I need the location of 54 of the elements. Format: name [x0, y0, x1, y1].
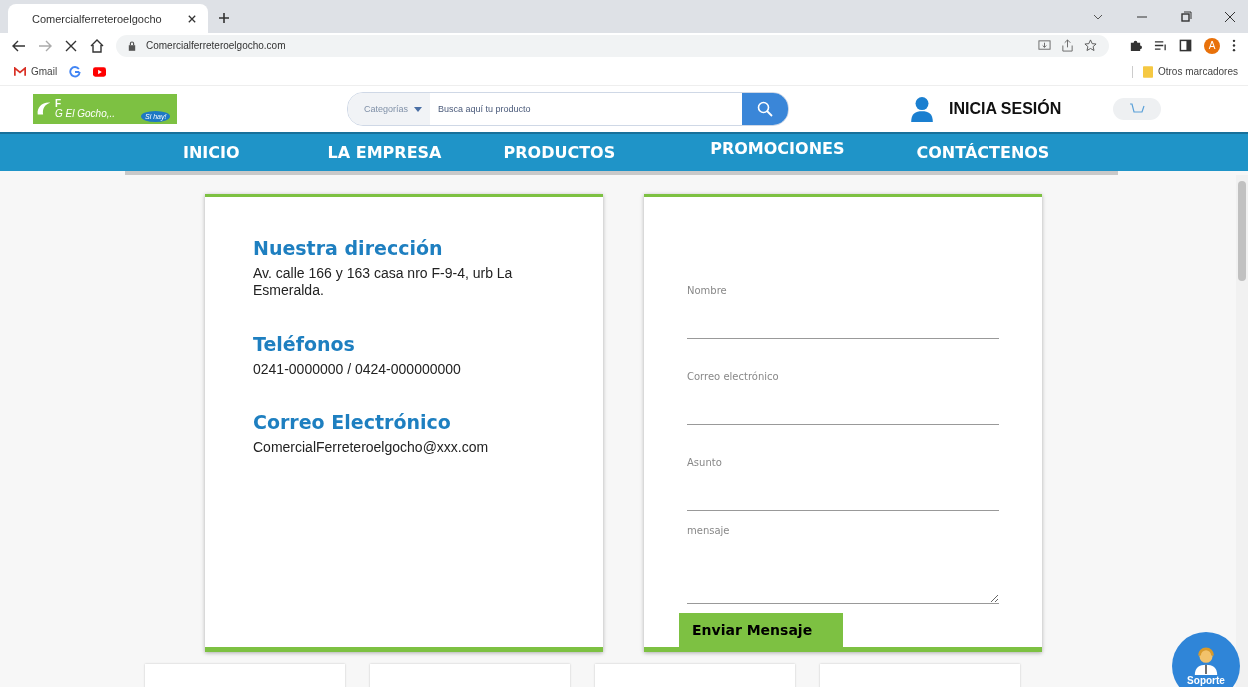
more-icon[interactable]: [1232, 39, 1236, 52]
input-field[interactable]: Asunto: [687, 438, 999, 511]
message-field[interactable]: mensaje: [687, 524, 999, 604]
section-text: Av. calle 166 y 163 casa nro F-9-4, urb La Esmeralda.: [253, 265, 514, 299]
play-icon: [93, 66, 107, 77]
section-title: Teléfonos: [253, 332, 356, 355]
lock-icon: [128, 40, 136, 51]
playlist-icon[interactable]: [1154, 39, 1167, 52]
section-title: Correo Electrónico: [253, 411, 452, 434]
address-bar[interactable]: Comercialferreteroelgocho.com: [116, 34, 1109, 57]
nav-link[interactable]: PROMOCIONES: [710, 139, 845, 158]
nav-link[interactable]: INICIO: [183, 143, 240, 162]
restore-icon[interactable]: [1180, 11, 1192, 23]
section-title: Nuestra dirección: [253, 237, 444, 259]
share-icon[interactable]: [1061, 39, 1074, 52]
profile-avatar[interactable]: A: [1204, 37, 1220, 54]
star-icon[interactable]: [1084, 39, 1097, 52]
figure-icon: [1192, 646, 1220, 675]
puzzle-icon[interactable]: [1129, 39, 1142, 52]
mail-icon: [14, 66, 26, 77]
bookmark[interactable]: Gmail: [14, 66, 58, 77]
new-tab-icon[interactable]: [218, 12, 230, 24]
section-text: 0241-0000000 / 0424-000000000: [253, 360, 462, 378]
close-icon[interactable]: [188, 14, 196, 23]
nav-link[interactable]: PRODUCTOS: [503, 143, 616, 162]
search-icon: [757, 101, 773, 117]
send-button[interactable]: Enviar Mensaje: [679, 612, 843, 647]
caret-icon: [414, 106, 423, 112]
logo-text: F: [55, 99, 63, 109]
side-panel-icon[interactable]: [1179, 39, 1192, 52]
input-field[interactable]: Nombre: [687, 267, 999, 339]
cart-icon: [1129, 103, 1146, 115]
folder-icon: [1142, 65, 1153, 78]
google-icon: [69, 65, 82, 78]
install-icon[interactable]: [1038, 39, 1051, 52]
user-icon[interactable]: [911, 96, 933, 122]
bookmark-folder[interactable]: Otros marcadores: [1131, 65, 1238, 78]
input-field[interactable]: Correo electrónico: [687, 352, 999, 425]
close-icon[interactable]: [64, 38, 78, 53]
bookmark[interactable]: [93, 66, 107, 77]
logo-text: G El Gocho,..: [55, 109, 116, 119]
category-dropdown[interactable]: Categorías: [348, 93, 431, 125]
home-icon[interactable]: [90, 38, 104, 53]
search-button[interactable]: [742, 93, 788, 125]
section-text: ComercialFerreteroelgocho@xxx.com: [253, 439, 490, 457]
browser-tab[interactable]: Comercialferreteroelgocho: [8, 4, 208, 33]
nav-link[interactable]: CONTÁCTENOS: [916, 143, 1050, 162]
back-icon[interactable]: [12, 38, 26, 53]
bookmark[interactable]: [69, 65, 82, 78]
close-icon[interactable]: [1224, 11, 1236, 23]
support-button[interactable]: Soporte: [1172, 632, 1240, 687]
nav-link[interactable]: LA EMPRESA: [327, 143, 442, 162]
search-bar[interactable]: Categorías Busca aquí tu producto: [347, 92, 789, 126]
login-link[interactable]: INICIA SESIÓN: [949, 100, 1062, 118]
